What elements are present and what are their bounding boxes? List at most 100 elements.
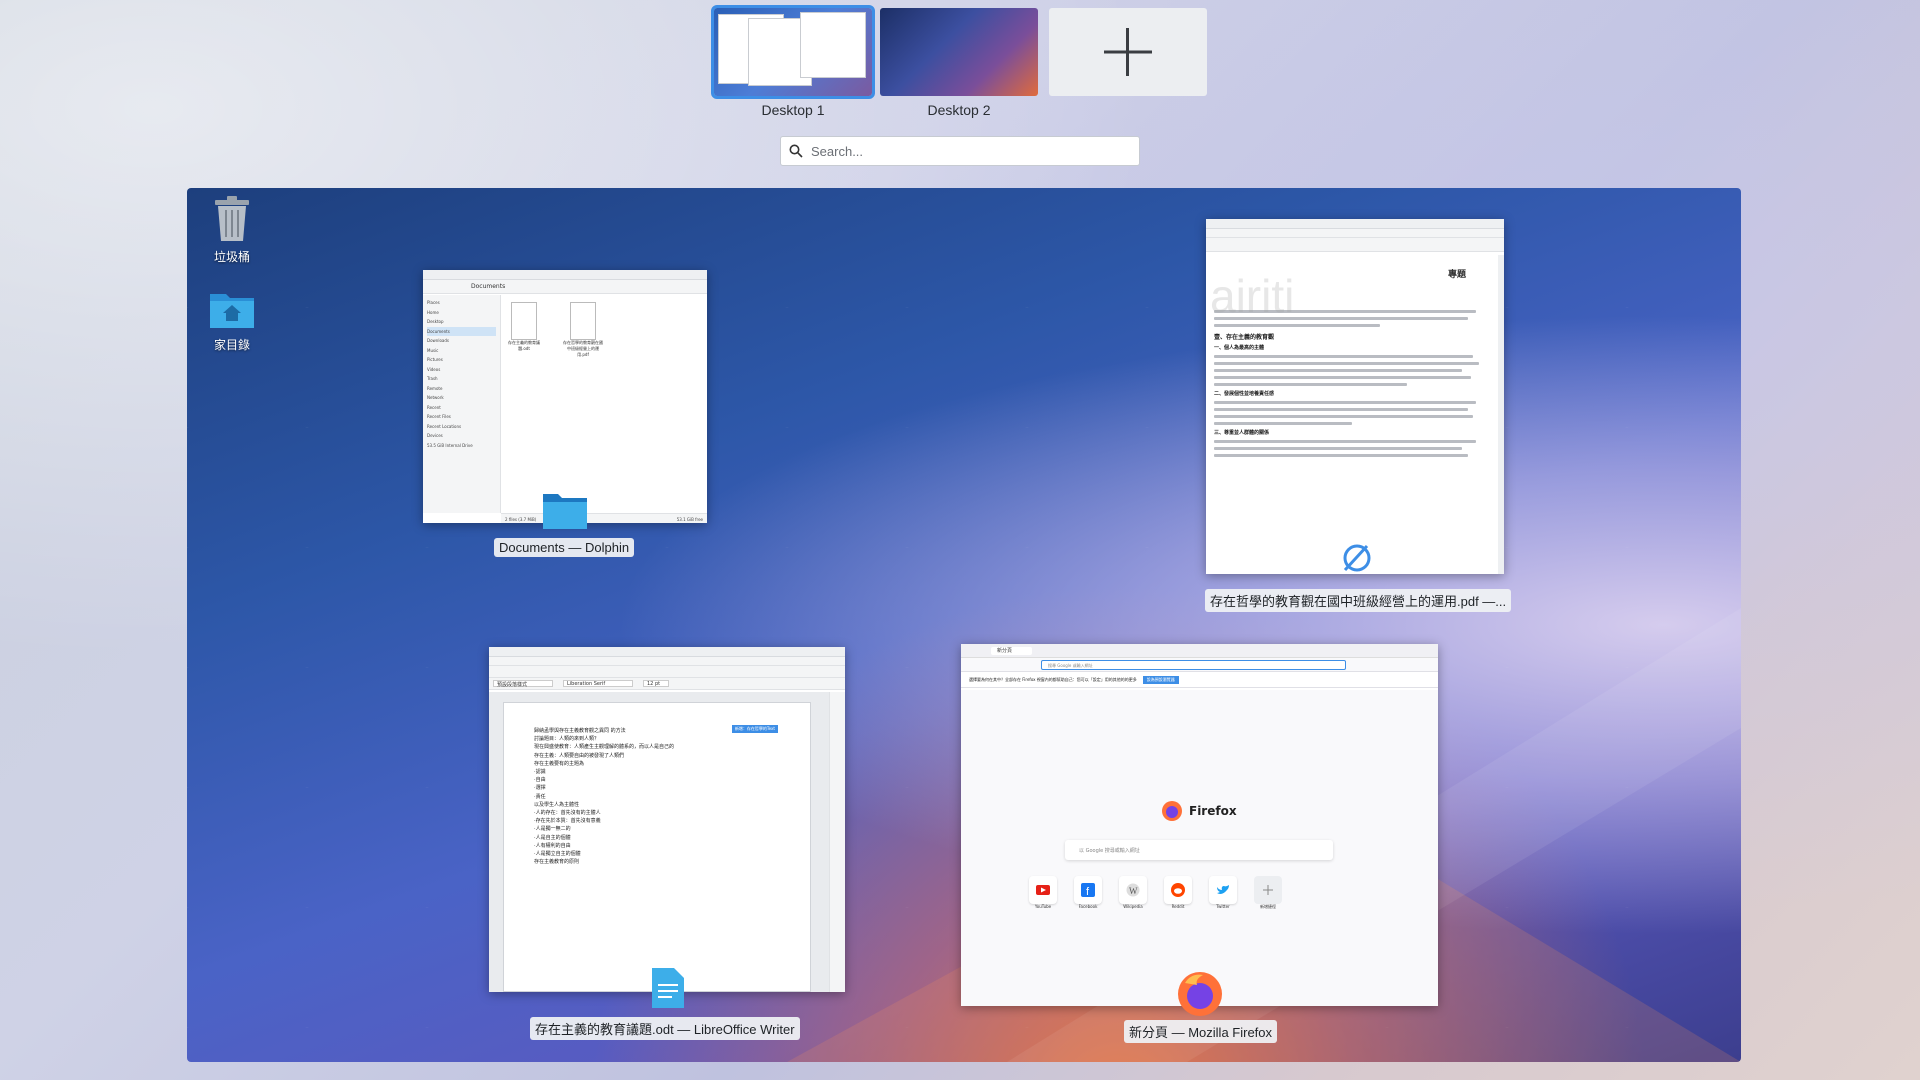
add-desktop-button[interactable] xyxy=(1049,8,1207,96)
plus-icon xyxy=(1104,28,1152,76)
writer-caption[interactable]: 存在主義的教育議題.odt — LibreOffice Writer xyxy=(530,1017,800,1040)
doc-line: 存在主義：人類要自由的被發現了人類們 xyxy=(534,752,625,759)
section-heading: 三、尊重並人群體的關係 xyxy=(1214,430,1270,436)
firefox-brand-label: Firefox xyxy=(1189,804,1237,818)
places-item[interactable]: 53.5 GiB Internal Drive xyxy=(427,441,496,451)
shortcut-wikipedia[interactable]: W Wikipedia xyxy=(1117,876,1149,910)
desktop-1-preview[interactable] xyxy=(711,5,875,99)
okular-caption[interactable]: 存在哲學的教育觀在國中班級經營上的運用.pdf —... xyxy=(1205,589,1512,612)
watermark: airiti xyxy=(1210,270,1295,322)
shortcut-label: Wikipedia xyxy=(1123,904,1143,909)
writer-menubar xyxy=(489,657,845,666)
doc-line: ·選擇 xyxy=(534,785,546,792)
twitter-icon xyxy=(1217,885,1229,894)
places-item: Remote xyxy=(427,385,443,391)
free-space: 53.1 GiB free xyxy=(676,517,703,522)
doc-line: 討論題目：人類的來到人類？ xyxy=(534,736,600,743)
home-folder-icon xyxy=(210,294,254,328)
font-name-box[interactable]: Liberation Serif xyxy=(563,680,633,687)
shortcut-label: Reddit xyxy=(1171,904,1185,909)
home-desktop-icon[interactable]: 家目錄 xyxy=(192,288,272,353)
shortcut-add[interactable]: 新增捷徑 xyxy=(1252,876,1284,910)
newtab-search-input[interactable]: 以 Google 搜尋或輸入網址 xyxy=(1065,840,1333,860)
places-item[interactable]: Downloads xyxy=(427,336,496,346)
writer-page[interactable]: 新增：存在哲學的Text 歸納孟學與存在主義教育觀之異同 的方法 討論題目：人類… xyxy=(503,702,811,992)
trash-desktop-icon[interactable]: 垃圾桶 xyxy=(192,196,272,265)
places-item[interactable]: Videos xyxy=(427,365,496,375)
dolphin-titlebar[interactable] xyxy=(423,270,707,280)
file-name: 存在主義的教育議題.odt xyxy=(508,340,540,351)
file-name: 存在哲學的教育觀在國中班級經營上的運用.pdf xyxy=(563,340,603,357)
shortcut-label: Facebook xyxy=(1078,904,1098,909)
writer-canvas: 新增：存在哲學的Text 歸納孟學與存在主義教育觀之異同 的方法 討論題目：人類… xyxy=(489,692,829,992)
plus-icon xyxy=(1263,885,1273,895)
doc-line: ·人是自主的個體 xyxy=(534,834,571,841)
desktop-2-preview[interactable] xyxy=(880,8,1038,96)
paragraph-style-box[interactable]: 預設段落樣式 xyxy=(493,680,553,688)
firefox-caption[interactable]: 新分頁 — Mozilla Firefox xyxy=(1124,1020,1278,1043)
desktop-area: 垃圾桶 家目錄 Documents Places Home Desktop Do… xyxy=(187,188,1741,1062)
shortcut-facebook[interactable]: f Facebook xyxy=(1072,876,1104,910)
shortcuts-row: YouTube f Facebook W Wikipedia Reddit Tw… xyxy=(1027,876,1284,910)
firefox-newtab-page: Firefox 以 Google 搜尋或輸入網址 YouTube f Faceb… xyxy=(961,690,1438,1006)
places-item[interactable]: Desktop xyxy=(427,317,496,327)
notification-text: 選擇要為何在其中？全部存在 Firefox 視窗內的都幫助自己：您可以「設定」用… xyxy=(969,676,1137,682)
search-input[interactable] xyxy=(811,143,1111,159)
places-item[interactable]: Recent Files xyxy=(427,412,496,422)
places-item[interactable]: Trash xyxy=(427,374,496,384)
writer-window[interactable]: 預設段落樣式 Liberation Serif 12 pt 新增：存在哲學的Te… xyxy=(489,647,845,992)
places-item: Places xyxy=(427,300,440,305)
places-item[interactable]: Home xyxy=(427,308,496,318)
section-heading: 二、發展個性並培養責任感 xyxy=(1214,391,1275,397)
doc-line: 存在主義教育的原則 xyxy=(534,859,580,866)
search-icon xyxy=(789,144,803,158)
desktop-1-thumbnail[interactable]: Desktop 1 xyxy=(711,5,875,118)
section-heading: 壹、存在主義的教育觀 xyxy=(1214,334,1275,341)
dolphin-toolbar: Documents xyxy=(423,280,707,294)
doc-line: ·人是獨立自主的個體 xyxy=(534,851,581,858)
dolphin-statusbar: 2 files (3.7 MiB) 53.1 GiB free xyxy=(501,513,707,523)
places-item: Recent xyxy=(427,404,441,410)
places-item[interactable]: Music xyxy=(427,346,496,356)
okular-titlebar[interactable] xyxy=(1206,219,1504,229)
set-default-button[interactable]: 設為預設瀏覽器 xyxy=(1142,675,1179,684)
writer-toolbar xyxy=(489,666,845,678)
okular-window[interactable]: airiti 專題 壹、存在主義的教育觀 一、個人為最高的主體 二、發展個性並培… xyxy=(1206,219,1504,574)
comment-tag[interactable]: 新增：存在哲學的Text xyxy=(731,725,778,734)
font-size-box[interactable]: 12 pt xyxy=(643,680,669,687)
firefox-window[interactable]: 新分頁 搜尋 Google 或輸入網址 選擇要為何在其中？全部存在 Firefo… xyxy=(961,644,1438,1006)
writer-sidebar[interactable] xyxy=(829,692,845,992)
file-item[interactable]: 存在哲學的教育觀在國中班級經營上的運用.pdf xyxy=(563,302,603,358)
dolphin-window[interactable]: Documents Places Home Desktop Documents … xyxy=(423,270,707,523)
writer-titlebar[interactable] xyxy=(489,647,845,657)
tab-new-tab[interactable]: 新分頁 xyxy=(991,647,1033,655)
places-item[interactable]: Pictures xyxy=(427,355,496,365)
writer-format-bar: 預設段落樣式 Liberation Serif 12 pt xyxy=(489,678,845,690)
svg-text:W: W xyxy=(1129,886,1138,896)
places-item[interactable]: Documents xyxy=(427,326,496,336)
shortcut-reddit[interactable]: Reddit xyxy=(1162,876,1194,910)
places-item[interactable]: Network xyxy=(427,393,496,403)
pdf-icon xyxy=(570,302,596,340)
url-bar[interactable]: 搜尋 Google 或輸入網址 xyxy=(1041,660,1346,670)
search-field[interactable] xyxy=(780,136,1140,166)
file-item[interactable]: 存在主義的教育議題.odt xyxy=(507,302,541,352)
places-item[interactable]: Recent Locations xyxy=(427,422,496,432)
desktop-2-thumbnail[interactable]: Desktop 2 xyxy=(880,8,1038,118)
trash-label: 垃圾桶 xyxy=(213,250,250,264)
shortcut-youtube[interactable]: YouTube xyxy=(1027,876,1059,910)
okular-scrollbar[interactable] xyxy=(1498,255,1504,574)
firefox-app-icon xyxy=(1178,972,1222,1016)
shortcut-twitter[interactable]: Twitter xyxy=(1207,876,1239,910)
desktop-2-label: Desktop 2 xyxy=(927,102,991,118)
firefox-tabbar: 新分頁 xyxy=(961,644,1438,658)
mini-window xyxy=(800,12,866,78)
dolphin-caption[interactable]: Documents — Dolphin xyxy=(494,538,635,557)
page-lines: 壹、存在主義的教育觀 一、個人為最高的主體 二、發展個性並培養責任感 三、尊重並… xyxy=(1214,310,1490,457)
firefox-logo-icon xyxy=(1162,801,1182,821)
doc-line: 以及學生人為主體性 xyxy=(534,801,580,808)
doc-line: 現在興盛使教育：人類產生主觀理解的體系的，而以人是自己的 xyxy=(534,744,675,751)
reddit-icon xyxy=(1171,883,1185,897)
okular-app-icon xyxy=(1343,544,1371,572)
dolphin-breadcrumb[interactable]: Documents xyxy=(471,283,505,290)
